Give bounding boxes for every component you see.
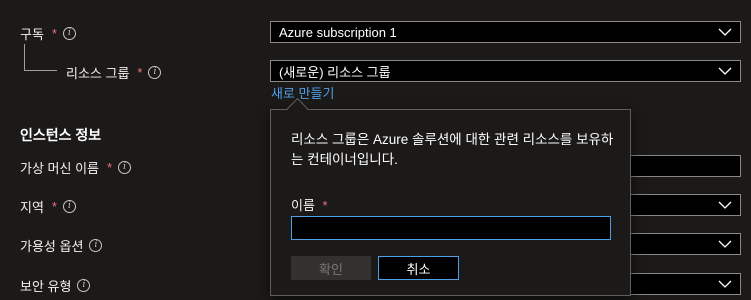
name-input[interactable] bbox=[291, 216, 611, 240]
security-type-dropdown[interactable] bbox=[625, 273, 741, 295]
vm-name-input[interactable] bbox=[625, 155, 741, 177]
info-icon[interactable]: i bbox=[62, 27, 76, 40]
security-type-label-row: 보안 유형 i bbox=[20, 276, 91, 295]
name-label: 이름 bbox=[291, 198, 315, 213]
security-type-label: 보안 유형 bbox=[20, 279, 72, 294]
region-label-row: 지역 * i bbox=[20, 197, 76, 216]
subscription-label: 구독 bbox=[20, 27, 44, 42]
ok-button[interactable]: 확인 bbox=[291, 256, 371, 280]
info-icon[interactable]: i bbox=[118, 161, 132, 174]
resource-group-label-row: 리소스 그룹 * i bbox=[66, 63, 162, 82]
chevron-down-icon bbox=[718, 240, 732, 248]
required-marker: * bbox=[106, 160, 113, 175]
required-marker: * bbox=[51, 199, 57, 214]
info-icon[interactable]: i bbox=[62, 200, 76, 213]
info-icon[interactable]: i bbox=[89, 239, 103, 252]
info-icon[interactable]: i bbox=[77, 279, 91, 292]
required-marker: * bbox=[51, 26, 57, 41]
chevron-down-icon bbox=[718, 280, 732, 288]
availability-label-row: 가용성 옵션 i bbox=[20, 236, 103, 255]
resource-group-label: 리소스 그룹 bbox=[66, 66, 130, 81]
cancel-button[interactable]: 취소 bbox=[378, 256, 459, 280]
region-label: 지역 bbox=[20, 200, 44, 215]
tree-connector bbox=[24, 44, 57, 71]
subscription-label-row: 구독 * i bbox=[20, 24, 76, 43]
chevron-down-icon bbox=[718, 67, 732, 75]
info-icon[interactable]: i bbox=[148, 66, 162, 79]
create-resource-group-callout: 리소스 그룹은 Azure 솔루션에 대한 관련 리소스를 보유하는 컨테이너입… bbox=[270, 109, 631, 296]
name-label-row: 이름 * bbox=[291, 195, 328, 214]
vm-name-label: 가상 머신 이름 bbox=[20, 161, 99, 176]
availability-dropdown[interactable] bbox=[625, 233, 741, 255]
create-new-link[interactable]: 새로 만들기 bbox=[271, 83, 334, 102]
callout-description: 리소스 그룹은 Azure 솔루션에 대한 관련 리소스를 보유하는 컨테이너입… bbox=[291, 132, 614, 167]
availability-label: 가용성 옵션 bbox=[20, 239, 84, 254]
region-dropdown[interactable] bbox=[625, 194, 741, 216]
vm-name-label-row: 가상 머신 이름 * i bbox=[20, 158, 132, 177]
chevron-down-icon bbox=[718, 201, 732, 209]
subscription-value: Azure subscription 1 bbox=[279, 24, 397, 40]
subscription-dropdown[interactable]: Azure subscription 1 bbox=[270, 21, 741, 43]
required-marker: * bbox=[322, 198, 328, 213]
resource-group-dropdown[interactable]: (새로운) 리소스 그룹 bbox=[270, 60, 741, 82]
chevron-down-icon bbox=[718, 28, 732, 36]
instance-section-title: 인스턴스 정보 bbox=[20, 127, 102, 143]
resource-group-value: (새로운) 리소스 그룹 bbox=[279, 64, 391, 80]
required-marker: * bbox=[137, 65, 143, 80]
